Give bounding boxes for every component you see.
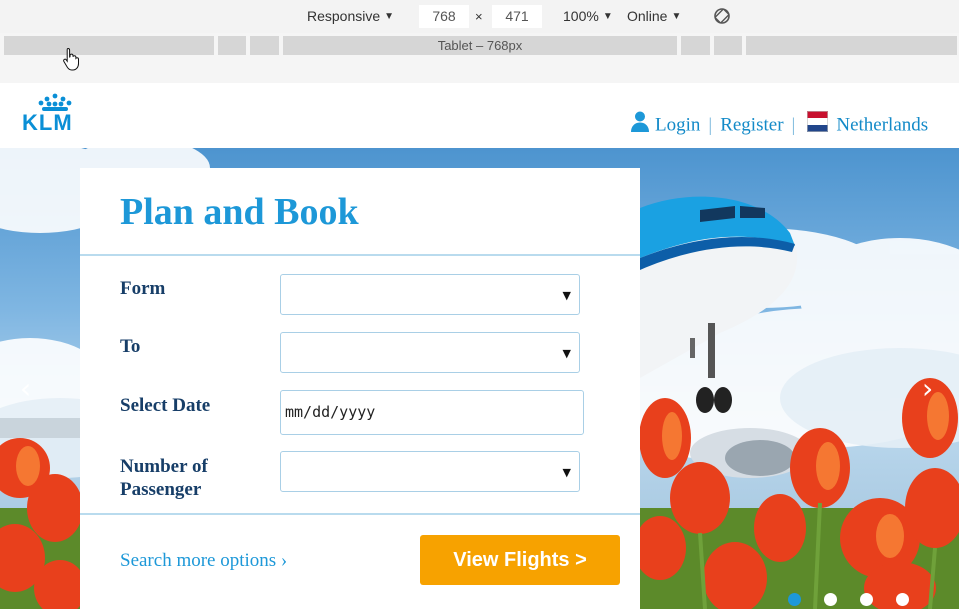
divider [80,254,640,256]
register-link[interactable]: Register [720,115,783,136]
passengers-label-line: Passenger [120,479,202,500]
carousel-dot[interactable] [860,593,873,606]
device-select-label: Responsive [307,8,381,24]
to-select[interactable]: ▼ [280,332,580,373]
top-nav: Login | Register | Netherlands [631,111,928,137]
nav-separator: | [708,114,713,136]
search-more-options-link[interactable]: Search more options › [120,550,287,572]
chevron-down-icon: ▼ [562,289,571,302]
to-label: To [120,336,141,357]
network-select[interactable]: Online ▼ [627,8,681,24]
logo-wordmark: KLM [22,110,73,135]
user-icon [631,111,649,133]
carousel-dot[interactable] [824,593,837,606]
breakpoint-label: Tablet – 768px [437,38,523,53]
devtools-toolbar: Responsive ▼ 768 × 471 100% ▼ Online ▼ [0,0,959,33]
breakpoint-ruler: Tablet – 768px [0,33,959,83]
from-select[interactable]: ▼ [280,274,580,315]
breakpoint-segment[interactable] [746,36,957,55]
zoom-select-label: 100% [563,8,599,24]
chevron-down-icon: ▼ [602,11,613,22]
chevron-down-icon: ▼ [562,466,571,479]
chevron-down-icon: ▼ [562,347,571,360]
breakpoint-segment[interactable] [250,36,279,55]
breakpoint-segment[interactable] [4,36,214,55]
klm-logo[interactable]: KLM [22,93,88,135]
carousel-dot[interactable] [896,593,909,606]
network-select-label: Online [627,8,668,24]
zoom-select[interactable]: 100% ▼ [563,8,613,24]
netherlands-flag-icon [807,111,829,133]
carousel-prev-arrow[interactable]: ‹ [20,372,31,405]
date-input[interactable]: mm/dd/yyyy [280,390,584,435]
breakpoint-segment[interactable] [714,36,742,55]
login-link[interactable]: Login [655,115,700,136]
chevron-down-icon: ▼ [384,11,395,22]
breakpoint-segment[interactable] [218,36,246,55]
passengers-label: Number of Passenger [120,455,208,501]
device-select[interactable]: Responsive ▼ [307,8,394,24]
booking-title: Plan and Book [120,191,359,233]
booking-card: Plan and Book Form ▼ To ▼ Select Date mm… [80,168,640,609]
dimension-times: × [475,9,483,24]
carousel-dot-active[interactable] [788,593,801,606]
carousel-next-arrow[interactable]: › [922,372,933,405]
passengers-label-line: Number of [120,456,208,477]
view-flights-button[interactable]: View Flights > [420,535,620,585]
nav-separator: | [791,114,796,136]
height-input[interactable]: 471 [492,5,542,28]
passengers-select[interactable]: ▼ [280,451,580,492]
breakpoint-segment[interactable] [681,36,710,55]
chevron-down-icon: ▼ [671,11,682,22]
site-header: KLM Login | Register | Netherlands [0,83,959,148]
country-link[interactable]: Netherlands [836,115,928,136]
hand-cursor-icon [63,47,79,71]
width-input[interactable]: 768 [419,5,469,28]
from-label: Form [120,278,166,299]
rotate-icon[interactable] [713,7,731,25]
divider [80,513,640,515]
date-label: Select Date [120,395,211,416]
